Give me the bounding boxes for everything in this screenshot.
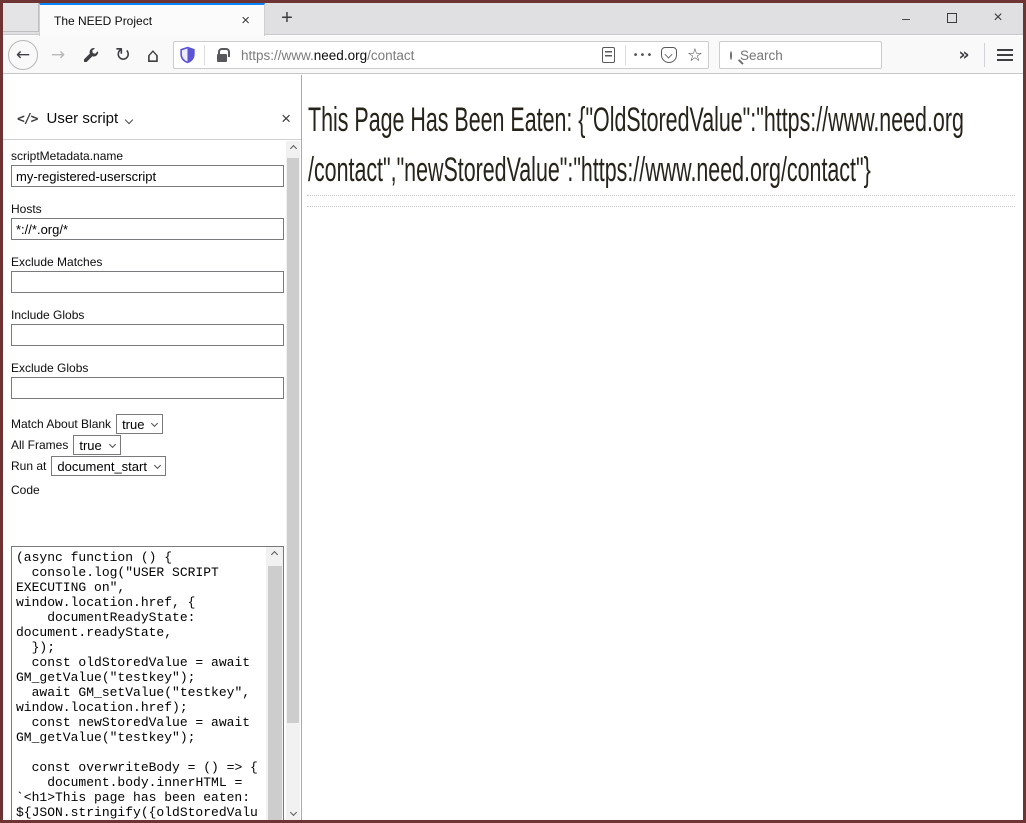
reader-mode-icon[interactable]: [595, 42, 621, 68]
search-bar[interactable]: [719, 41, 882, 69]
minimize-icon[interactable]: –: [895, 7, 917, 29]
tab-title: The NEED Project: [54, 14, 237, 28]
new-tab-button[interactable]: +: [275, 7, 299, 31]
chevron-down-icon: [151, 419, 158, 426]
titlebar-spacer: [3, 3, 39, 32]
dotted-divider: [307, 195, 1015, 196]
toolbar-separator: [984, 43, 985, 67]
sidebar-scrollbar-thumb[interactable]: [287, 158, 299, 723]
browser-tab[interactable]: The NEED Project ×: [39, 3, 265, 36]
reload-icon[interactable]: ↻: [109, 36, 137, 74]
overflow-chevron-icon[interactable]: »: [950, 36, 978, 74]
userscript-sidebar: </> User script × scriptMetadata.name Ho…: [3, 75, 302, 820]
code-content[interactable]: (async function () { console.log("USER S…: [12, 547, 264, 823]
search-icon: [730, 51, 732, 60]
match-about-blank-select[interactable]: true: [116, 414, 163, 434]
menu-icon[interactable]: [997, 49, 1013, 64]
sidebar-form: scriptMetadata.name Hosts Exclude Matche…: [3, 141, 301, 820]
include-globs-input[interactable]: [11, 324, 284, 346]
maximize-icon[interactable]: [941, 7, 963, 29]
sidebar-close-icon[interactable]: ×: [281, 111, 291, 127]
code-textarea[interactable]: (async function () { console.log("USER S…: [11, 546, 284, 823]
window-controls: – ×: [895, 3, 1017, 33]
sidebar-scrollbar[interactable]: [286, 141, 300, 820]
chevron-down-icon[interactable]: [125, 116, 133, 124]
scroll-up-icon[interactable]: [286, 141, 300, 156]
exclude-globs-input[interactable]: [11, 377, 284, 399]
scroll-up-icon[interactable]: [266, 547, 283, 562]
run-at-select[interactable]: document_start: [51, 456, 166, 476]
tab-bar: The NEED Project × + – ×: [3, 3, 1023, 35]
hosts-label: Hosts: [11, 202, 301, 216]
include-globs-label: Include Globs: [11, 308, 301, 322]
all-frames-label: All Frames: [11, 438, 68, 452]
exclude-globs-label: Exclude Globs: [11, 361, 301, 375]
sidebar-header: </> User script ×: [3, 75, 301, 140]
all-frames-select[interactable]: true: [73, 435, 120, 455]
sidebar-title[interactable]: User script: [46, 110, 118, 127]
wrench-icon[interactable]: [77, 36, 105, 74]
navigation-toolbar: ← → ↻ ⌂ https://www.need.org/contact •••…: [3, 36, 1023, 74]
code-label: Code: [11, 483, 301, 497]
tracking-protection-shield-icon[interactable]: [174, 42, 200, 68]
close-icon[interactable]: ×: [987, 7, 1009, 29]
search-input[interactable]: [740, 48, 917, 63]
dotted-divider: [307, 206, 1015, 207]
hosts-input[interactable]: [11, 218, 284, 240]
code-icon: </>: [17, 112, 37, 127]
lock-icon[interactable]: [209, 42, 235, 68]
chevron-down-icon: [154, 461, 161, 468]
scroll-down-icon[interactable]: [286, 805, 300, 820]
exclude-matches-label: Exclude Matches: [11, 255, 301, 269]
run-at-label: Run at: [11, 459, 46, 473]
exclude-matches-input[interactable]: [11, 271, 284, 293]
tab-close-icon[interactable]: ×: [237, 13, 254, 29]
code-scrollbar[interactable]: [266, 547, 283, 823]
home-icon[interactable]: ⌂: [139, 36, 167, 74]
script-name-input[interactable]: [11, 165, 284, 187]
pocket-icon[interactable]: [656, 42, 682, 68]
script-name-label: scriptMetadata.name: [11, 149, 301, 163]
code-scrollbar-thumb[interactable]: [268, 566, 282, 823]
page-actions-icon[interactable]: •••: [630, 42, 656, 68]
page-content: This Page Has Been Eaten: {"OldStoredVal…: [303, 75, 1023, 820]
back-button[interactable]: ←: [8, 40, 38, 70]
page-title: This Page Has Been Eaten: {"OldStoredVal…: [308, 95, 1013, 195]
url-bar[interactable]: https://www.need.org/contact ••• ☆: [173, 41, 709, 69]
forward-button: →: [45, 36, 71, 74]
chevron-down-icon: [109, 440, 116, 447]
bookmark-star-icon[interactable]: ☆: [682, 42, 708, 68]
browser-window: The NEED Project × + – × ← → ↻ ⌂ https:/…: [0, 0, 1026, 823]
url-text[interactable]: https://www.need.org/contact: [235, 48, 595, 63]
match-about-blank-label: Match About Blank: [11, 417, 111, 431]
